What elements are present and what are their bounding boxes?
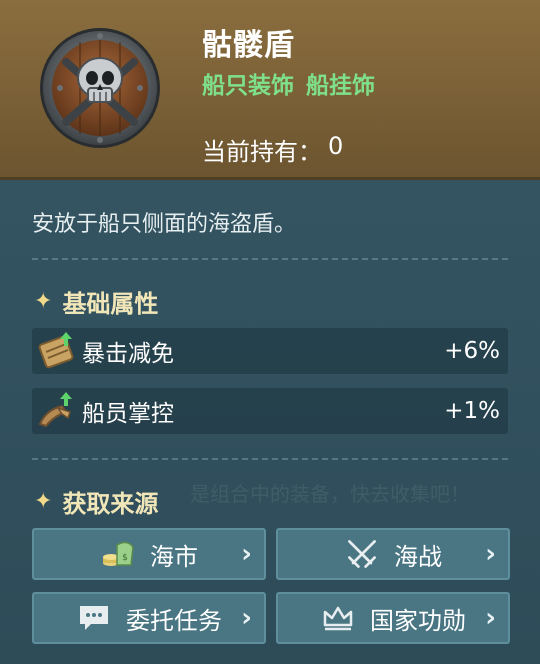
source-button-naval-battle[interactable]: 海战 › (276, 528, 510, 580)
chevron-right-icon: › (485, 539, 496, 569)
owned-value: 0 (328, 132, 344, 160)
crossed-swords-icon (344, 536, 380, 572)
item-description: 安放于船只侧面的海盗盾。 (32, 212, 297, 237)
stat-row-crew-control: 船员掌控 +1% (32, 388, 508, 434)
divider (32, 258, 508, 260)
stat-value: +6% (444, 338, 500, 364)
sources-section-title: ✦ 获取来源 (34, 484, 158, 519)
item-name: 骷髅盾 (202, 28, 295, 63)
source-label: 国家功勋 (370, 606, 466, 635)
crown-icon (320, 600, 356, 636)
star-icon: ✦ (34, 289, 53, 314)
source-label: 海市 (150, 542, 198, 571)
section-title-text: 基础属性 (62, 290, 159, 318)
chevron-right-icon: › (241, 539, 252, 569)
star-icon: ✦ (34, 489, 53, 514)
background-faint-text: 是组合中的装备，快去收集吧！ (190, 482, 470, 506)
source-button-commission-task[interactable]: 委托任务 › (32, 592, 266, 644)
chat-bubble-icon (76, 600, 112, 636)
owned-label: 当前持有： (202, 138, 322, 166)
attributes-section-title: ✦ 基础属性 (34, 284, 158, 319)
section-title-text: 获取来源 (62, 490, 159, 518)
stat-label: 暴击减免 (82, 341, 174, 367)
svg-text:$: $ (122, 553, 128, 563)
item-tag: 船挂饰 (306, 73, 375, 99)
item-header: 骷髅盾 船只装饰 船挂饰 当前持有： 0 (0, 0, 540, 180)
stat-row-crit-reduction: 暴击减免 +6% (32, 328, 508, 374)
owned-count: 当前持有： 0 (202, 132, 343, 167)
pirate-skull-shield-icon (38, 26, 162, 150)
crit-reduction-icon (36, 330, 78, 372)
source-label: 海战 (394, 542, 442, 571)
source-button-market[interactable]: $ 海市 › (32, 528, 266, 580)
market-coins-icon: $ (100, 536, 136, 572)
chevron-right-icon: › (485, 603, 496, 633)
crew-control-icon (36, 390, 78, 432)
item-tag: 船只装饰 (202, 73, 294, 99)
stat-value: +1% (444, 398, 500, 424)
chevron-right-icon: › (241, 603, 252, 633)
item-tags: 船只装饰 船挂饰 (202, 66, 375, 100)
source-button-national-merit[interactable]: 国家功勋 › (276, 592, 510, 644)
stat-label: 船员掌控 (82, 401, 174, 427)
divider (32, 458, 508, 460)
source-label: 委托任务 (126, 606, 222, 635)
